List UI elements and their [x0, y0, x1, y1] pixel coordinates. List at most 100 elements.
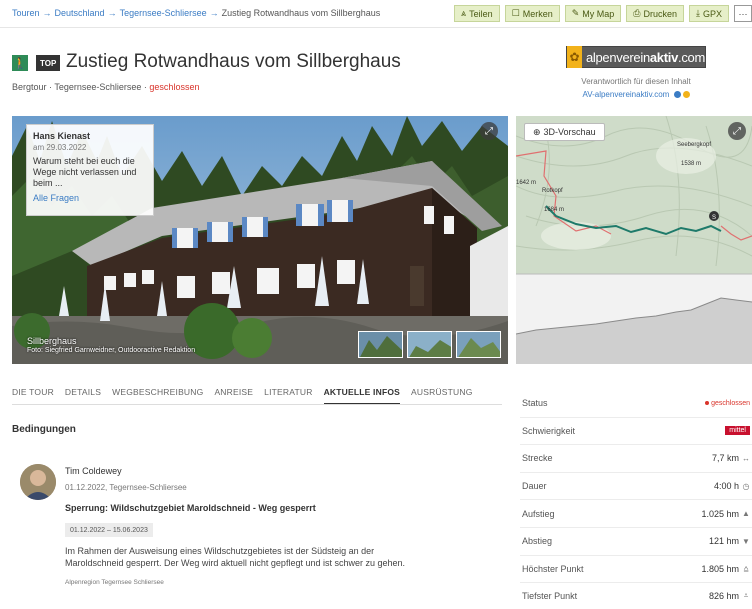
expand-icon: ⤢ [485, 125, 493, 137]
bookmark-button[interactable]: ☐ Merken [504, 5, 560, 22]
descent-icon: ▼ [742, 536, 750, 546]
post-author[interactable]: Tim Coldewey [65, 466, 122, 476]
my-map-button[interactable]: ✎ My Map [564, 5, 622, 22]
tab-die-tour[interactable]: DIE TOUR [12, 387, 54, 405]
breadcrumb-current: Zustieg Rotwandhaus vom Sillberghaus [221, 8, 381, 18]
bookmark-label: Merken [522, 8, 553, 19]
post-source: Alpenregion Tegernsee Schliersee [65, 579, 164, 586]
status-badge: geschlossen [705, 400, 750, 407]
breadcrumb-touren[interactable]: Touren [12, 8, 40, 18]
tab-anreise[interactable]: ANREISE [214, 387, 253, 405]
stat-label: Höchster Punkt [522, 563, 584, 574]
tab-details[interactable]: DETAILS [65, 387, 101, 405]
hiking-icon: 🚶 [12, 55, 28, 71]
3d-preview-button[interactable]: ⊕ 3D-Vorschau [524, 123, 605, 141]
expand-icon: ⤢ [733, 125, 741, 137]
map-label-elevation: 1538 m [681, 161, 702, 167]
difficulty-badge: mittel [725, 426, 750, 436]
post-title: Sperrung: Wildschutzgebiet Maroldschneid… [65, 503, 316, 513]
tab-bar: DIE TOUR DETAILS WEGBESCHREIBUNG ANREISE… [12, 387, 473, 405]
section-title: Bedingungen [12, 424, 76, 435]
breadcrumb-separator: → [107, 8, 117, 18]
share-label: Teilen [469, 8, 493, 19]
all-questions-link[interactable]: Alle Fragen [33, 193, 147, 203]
photo-fullscreen-button[interactable]: ⤢ [480, 122, 498, 140]
clock-icon: ◷ [742, 481, 750, 491]
photo-caption-title: Sillberghaus [27, 336, 77, 346]
print-icon: ⎙ [633, 8, 641, 18]
share-button[interactable]: ⩓ Teilen [454, 5, 500, 22]
publisher-link-row: AV-alpenvereinaktiv.com [520, 90, 752, 99]
stat-value: 1.025 hm ▲ [701, 508, 750, 519]
photo-caption-credit: Foto: Siegfried Garnweidner, Outdooracti… [27, 347, 196, 354]
stat-label: Aufstieg [522, 508, 555, 519]
tab-literatur[interactable]: LITERATUR [264, 387, 312, 405]
edelweiss-icon: ✿ [567, 46, 582, 68]
verified-icon [673, 91, 681, 99]
stat-row-ascent: Aufstieg 1.025 hm ▲ [520, 500, 752, 528]
question-card[interactable]: Hans Kienast am 29.03.2022 Warum steht b… [26, 124, 154, 216]
post-meta: 01.12.2022, Tegernsee-Schliersee [65, 483, 187, 492]
top-bar: Touren → Deutschland → Tegernsee-Schliersee →… [0, 0, 752, 28]
tab-ausruestung[interactable]: AUSRÜSTUNG [411, 387, 473, 405]
stat-label: Tiefster Punkt [522, 591, 578, 602]
stat-value: 121 hm ▼ [708, 536, 750, 547]
stat-value: 4:00 h ◷ [713, 481, 750, 492]
gpx-button[interactable]: ⤓ GPX [689, 5, 729, 22]
stat-label: Abstieg [522, 536, 553, 547]
responsible-label: Verantwortlich für diesen Inhalt [581, 77, 691, 86]
tour-stats: Status geschlossen Schwierigkeit mittel … [520, 390, 752, 609]
map-label-elevation: 1642 m [516, 180, 537, 186]
map-label-peak: Seebergkopf [677, 142, 712, 148]
tab-divider [12, 404, 502, 405]
page-title: Zustieg Rotwandhaus vom Sillberghaus [66, 51, 401, 72]
bookmark-icon: ☐ [511, 8, 520, 18]
map-label-peak: Rotkopf [542, 188, 563, 194]
photo-caption: Sillberghaus Foto: Siegfried Garnweidner… [27, 336, 195, 354]
question-author: Hans Kienast [33, 131, 91, 141]
tour-status: geschlossen [149, 82, 200, 92]
breadcrumb-deutschland[interactable]: Deutschland [55, 8, 105, 18]
tab-wegbeschreibung[interactable]: WEGBESCHREIBUNG [112, 387, 203, 405]
stat-row-descent: Abstieg 121 hm ▼ [520, 528, 752, 556]
map-fullscreen-button[interactable]: ⤢ [728, 122, 746, 140]
stat-label: Schwierigkeit [522, 425, 576, 436]
breadcrumb: Touren → Deutschland → Tegernsee-Schliersee →… [12, 8, 380, 18]
stat-label: Status [522, 398, 548, 409]
more-button[interactable]: ··· [734, 5, 752, 22]
distance-icon: ↔ [742, 453, 750, 463]
photo-thumbnail[interactable] [407, 331, 452, 358]
status-dot-icon [705, 401, 710, 406]
print-button[interactable]: ⎙ Drucken [626, 5, 684, 22]
avatar[interactable] [20, 464, 56, 500]
stat-row-status: Status geschlossen [520, 390, 752, 418]
tour-subtitle: Bergtour · Tegernsee-Schliersee · geschl… [12, 82, 200, 92]
route-map[interactable]: S [516, 116, 752, 364]
stat-label: Dauer [522, 481, 547, 492]
download-icon: ⤓ [696, 8, 700, 18]
photo-thumbnail[interactable] [456, 331, 501, 358]
highest-point-icon: ⩠ [743, 563, 749, 573]
gpx-label: GPX [702, 8, 722, 19]
photo-thumbnail[interactable] [358, 331, 403, 358]
stat-row-highest-point: Höchster Punkt 1.805 hm ⩠ [520, 556, 752, 584]
breadcrumb-separator: → [42, 8, 52, 18]
more-icon: ··· [738, 8, 748, 19]
breadcrumb-region[interactable]: Tegernsee-Schliersee [120, 8, 207, 18]
breadcrumb-separator: → [209, 8, 219, 18]
pro-icon [682, 91, 690, 99]
stat-row-duration: Dauer 4:00 h ◷ [520, 473, 752, 501]
publisher-logo[interactable]: ✿ alpenvereinaktiv.com [566, 46, 706, 68]
ascent-icon: ▲ [742, 509, 750, 519]
tab-aktuelle-infos[interactable]: AKTUELLE INFOS [323, 387, 401, 405]
publisher-link[interactable]: AV-alpenvereinaktiv.com [582, 90, 669, 99]
stat-value: 826 hm ⩡ [708, 591, 749, 602]
globe-icon: ⊕ [533, 126, 541, 137]
start-marker: S [712, 215, 716, 221]
stat-row-lowest-point: Tiefster Punkt 826 hm ⩡ [520, 583, 752, 609]
map-label-elevation: 1684 m [544, 207, 565, 213]
date-range-badge: 01.12.2022 – 15.06.2023 [65, 523, 153, 537]
my-map-label: My Map [582, 8, 615, 19]
action-bar: ⩓ Teilen ☐ Merken ✎ My Map ⎙ Drucken ⤓ GPX ··… [454, 5, 752, 22]
publisher-wordmark: alpenvereinaktiv.com [585, 49, 705, 65]
